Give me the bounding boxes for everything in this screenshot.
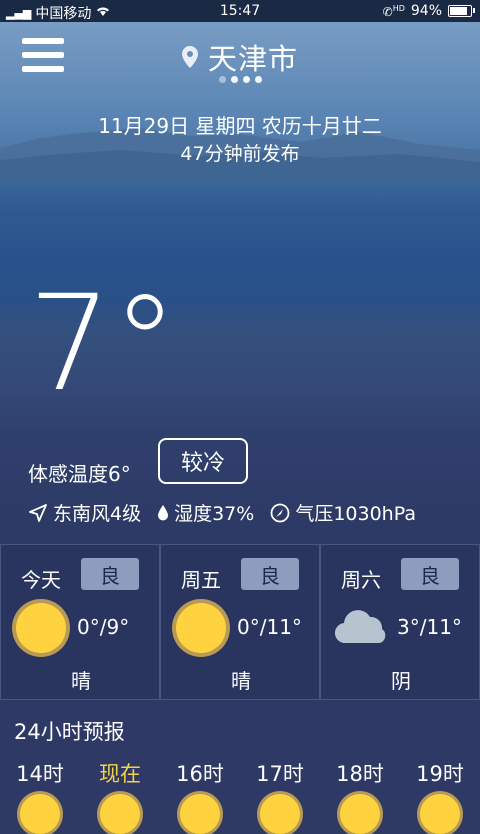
location-pin-icon [181, 46, 198, 68]
status-right: ✆HD 94% [382, 3, 475, 19]
page-dot[interactable] [230, 76, 238, 83]
sun-icon [180, 794, 220, 834]
city-name: 天津市 [207, 42, 298, 76]
condition-text: 晴 [231, 669, 251, 693]
weather-metrics: 东南风4级 湿度37% 气压1030hPa [28, 499, 432, 526]
aqi-badge: 良 [401, 558, 459, 590]
city-header: 天津市 [0, 36, 480, 78]
aqi-badge: 良 [81, 558, 139, 590]
humidity-value: 湿度37% [174, 503, 255, 525]
forecast-day[interactable]: 周六 良 3°/11° 阴 [320, 544, 480, 700]
hour-label: 14时 [16, 762, 64, 786]
page-dot[interactable] [218, 76, 226, 83]
condition-text: 阴 [391, 669, 411, 693]
sun-icon [176, 603, 226, 653]
sun-icon [100, 794, 140, 834]
cold-level-button[interactable]: 较冷 [158, 438, 248, 484]
current-temperature: 7° [28, 267, 178, 421]
condition-text: 晴 [71, 669, 91, 693]
hourly-title: 24小时预报 [14, 720, 125, 744]
forecast-day[interactable]: 今天 良 0°/9° 晴 [0, 544, 160, 700]
sun-icon [16, 603, 66, 653]
phone-hd-icon: ✆HD [382, 3, 405, 19]
wind-metric: 东南风4级 [28, 499, 141, 526]
aqi-badge: 良 [241, 558, 299, 590]
hourly-forecast[interactable]: 14时 现在 16时 17时 18时 19时 [0, 758, 480, 834]
city-selector[interactable]: 天津市 [181, 36, 298, 78]
sun-icon [260, 794, 300, 834]
hour-label: 17时 [256, 762, 304, 786]
pressure-metric: 气压1030hPa [270, 499, 416, 526]
page-dot[interactable] [254, 76, 262, 83]
battery-percent: 94% [410, 3, 442, 19]
pressure-gauge-icon [270, 503, 290, 522]
status-bar: ▂▄▆ 中国移动 15:47 ✆HD 94% [0, 0, 480, 22]
daily-forecast: 今天 良 0°/9° 晴 周五 良 0°/11° 晴 周六 良 3°/11° 阴 [0, 544, 480, 700]
temp-range: 3°/11° [397, 615, 462, 639]
forecast-day-name: 周六 [341, 568, 381, 592]
wind-direction-icon [29, 503, 47, 522]
page-indicator [0, 76, 480, 83]
forecast-day[interactable]: 周五 良 0°/11° 晴 [160, 544, 320, 700]
sun-icon [20, 794, 60, 834]
date-line: 11月29日 星期四 农历十月廿二 [98, 114, 382, 138]
droplet-icon [158, 504, 169, 520]
hour-label: 19时 [416, 762, 464, 786]
battery-icon [448, 5, 475, 17]
pressure-value: 气压1030hPa [295, 503, 416, 525]
temp-range: 0°/11° [237, 615, 302, 639]
hour-label-now: 现在 [99, 762, 141, 786]
humidity-metric: 湿度37% [157, 499, 254, 526]
sun-icon [420, 794, 460, 834]
wind-value: 东南风4级 [53, 503, 142, 525]
hour-label: 18时 [336, 762, 384, 786]
hour-label: 16时 [176, 762, 224, 786]
publish-time: 47分钟前发布 [180, 143, 300, 165]
page-dot[interactable] [242, 76, 250, 83]
cloud-icon [334, 610, 386, 644]
forecast-day-name: 周五 [181, 568, 221, 592]
forecast-day-name: 今天 [21, 568, 61, 592]
feels-like: 体感温度6° [28, 462, 131, 486]
temp-range: 0°/9° [77, 615, 130, 639]
sun-icon [340, 794, 380, 834]
